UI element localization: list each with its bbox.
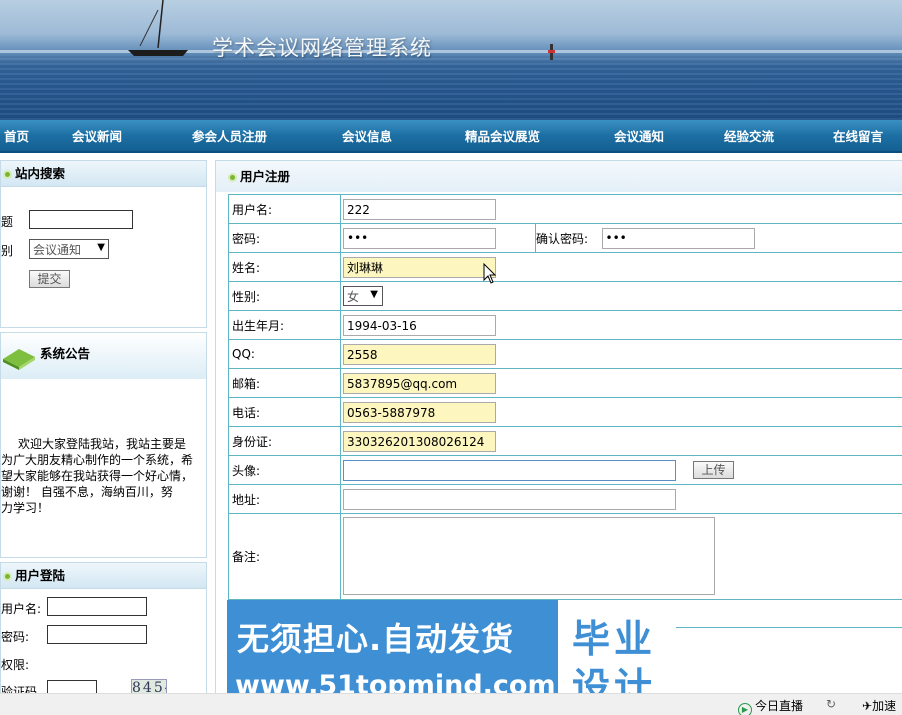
form-row-phone: 电话:	[228, 397, 902, 427]
play-icon: ▶	[738, 703, 752, 715]
live-button[interactable]: ▶ 今日直播	[738, 697, 803, 715]
password-label: 密码:	[228, 223, 341, 253]
login-username-label: 用户名:	[1, 602, 42, 616]
form-row-qq: QQ:	[228, 339, 902, 369]
header-banner: 学术会议网络管理系统	[0, 0, 902, 120]
login-panel: 用户登陆 用户名: 密码: 权限: 验证码 8454	[0, 562, 207, 702]
username-input[interactable]	[343, 199, 496, 220]
dropdown-arrow-icon: ▼	[370, 289, 378, 300]
watermark-badge: 毕业 设计	[558, 600, 676, 709]
gender-label: 性别:	[228, 281, 341, 311]
login-panel-title: 用户登陆	[15, 568, 66, 583]
register-form: 用户名: 密码: ••• 确认密码: ••• 姓名: 性别: 女 ▼	[228, 194, 902, 628]
watermark-badge-line1: 毕业	[572, 617, 657, 661]
avatar-input[interactable]	[343, 460, 676, 481]
confirm-password-label: 确认密码:	[535, 223, 602, 253]
phone-input[interactable]	[343, 402, 496, 423]
form-row-address: 地址:	[228, 484, 902, 514]
birth-input[interactable]	[343, 315, 496, 336]
remark-label: 备注:	[228, 513, 341, 600]
register-panel-header: 用户注册	[216, 161, 902, 192]
search-topic-input[interactable]	[29, 210, 133, 229]
qq-label: QQ:	[228, 339, 341, 369]
form-row-avatar: 头像: 上传	[228, 455, 902, 485]
upload-button[interactable]: 上传	[693, 461, 734, 479]
remark-textarea[interactable]	[343, 517, 715, 595]
form-row-remark: 备注:	[228, 513, 902, 600]
idcard-input[interactable]	[343, 431, 496, 452]
live-label: 今日直播	[755, 699, 804, 713]
watermark-slogan: 无须担心.自动发货	[237, 620, 515, 658]
search-submit-button[interactable]: 提交	[29, 270, 70, 288]
form-row-gender: 性别: 女 ▼	[228, 281, 902, 311]
nav-home[interactable]: 首页	[4, 120, 29, 153]
bullet-icon	[3, 170, 12, 179]
browser-status-bar: ▶ 今日直播 ↻ ✈加速	[0, 693, 902, 715]
main-nav: 首页 会议新闻 参会人员注册 会议信息 精品会议展览 会议通知 经验交流 在线留…	[0, 120, 902, 153]
notice-line-3: 望大家能够在我站获得一个好心情，	[1, 469, 194, 483]
category-label: 别	[1, 244, 14, 258]
gender-select[interactable]: 女 ▼	[343, 286, 383, 306]
book-icon	[3, 349, 35, 370]
search-panel-header: 站内搜索	[1, 161, 206, 187]
notice-panel-title: 系统公告	[40, 346, 91, 361]
birth-label: 出生年月:	[228, 310, 341, 340]
nav-experience[interactable]: 经验交流	[724, 120, 774, 153]
nav-news[interactable]: 会议新闻	[72, 120, 122, 153]
phone-label: 电话:	[228, 397, 341, 427]
notice-line-2: 为广大朋友精心制作的一个系统，希	[1, 453, 194, 467]
topic-label: 题	[1, 215, 14, 229]
nav-notices[interactable]: 会议通知	[614, 120, 664, 153]
email-label: 邮箱:	[228, 368, 341, 398]
refresh-icon[interactable]: ↻	[826, 697, 836, 711]
notice-panel-header: 系统公告	[1, 333, 206, 379]
notice-line-4: 谢谢！ 自强不息，海纳百川，努	[1, 485, 173, 499]
gender-select-value: 女	[347, 290, 360, 304]
name-input[interactable]	[343, 257, 496, 278]
category-select[interactable]: 会议通知 ▼	[29, 239, 109, 259]
confirm-password-input[interactable]: •••	[601, 228, 755, 249]
notice-line-1: 欢迎大家登陆我站，我站主要是	[18, 437, 187, 451]
nav-meeting-info[interactable]: 会议信息	[342, 120, 392, 153]
search-panel-title: 站内搜索	[15, 166, 66, 181]
left-sidebar: 站内搜索 题 别 会议通知 ▼ 提交 系统公告 欢迎大家登陆我站，我站主要是 为…	[0, 160, 207, 702]
login-password-input[interactable]	[47, 625, 147, 644]
nav-guestbook[interactable]: 在线留言	[833, 120, 883, 153]
dropdown-arrow-icon: ▼	[97, 242, 105, 253]
bullet-icon	[3, 572, 12, 581]
form-row-email: 邮箱:	[228, 368, 902, 398]
qq-input[interactable]	[343, 344, 496, 365]
avatar-label: 头像:	[228, 455, 341, 485]
name-label: 姓名:	[228, 252, 341, 282]
nav-exhibition[interactable]: 精品会议展览	[465, 120, 540, 153]
form-row-username: 用户名:	[228, 194, 902, 224]
email-input[interactable]	[343, 373, 496, 394]
rocket-icon: ✈	[862, 699, 873, 713]
sailboat-image	[128, 0, 555, 60]
speed-button[interactable]: ✈加速	[862, 697, 896, 714]
speed-label: 加速	[872, 699, 897, 713]
idcard-label: 身份证:	[228, 426, 341, 456]
login-role-label: 权限:	[1, 658, 30, 672]
login-username-input[interactable]	[47, 597, 147, 616]
username-label: 用户名:	[228, 194, 341, 224]
address-label: 地址:	[228, 484, 341, 514]
register-panel-title: 用户注册	[240, 169, 291, 184]
address-input[interactable]	[343, 489, 676, 510]
site-title: 学术会议网络管理系统	[212, 36, 432, 60]
notice-line-5: 力学习！	[1, 501, 50, 515]
search-panel: 站内搜索 题 别 会议通知 ▼ 提交	[0, 160, 207, 328]
form-row-password: 密码: ••• 确认密码: •••	[228, 223, 902, 253]
password-input[interactable]: •••	[343, 228, 496, 249]
category-select-value: 会议通知	[33, 243, 82, 257]
notice-panel: 系统公告 欢迎大家登陆我站，我站主要是 为广大朋友精心制作的一个系统，希 望大家…	[0, 332, 207, 558]
login-password-label: 密码:	[1, 630, 30, 644]
login-panel-header: 用户登陆	[1, 563, 206, 589]
form-row-birth: 出生年月:	[228, 310, 902, 340]
form-row-name: 姓名:	[228, 252, 902, 284]
bullet-icon	[228, 173, 237, 182]
nav-attendee-register[interactable]: 参会人员注册	[192, 120, 267, 153]
form-row-idcard: 身份证:	[228, 426, 902, 456]
